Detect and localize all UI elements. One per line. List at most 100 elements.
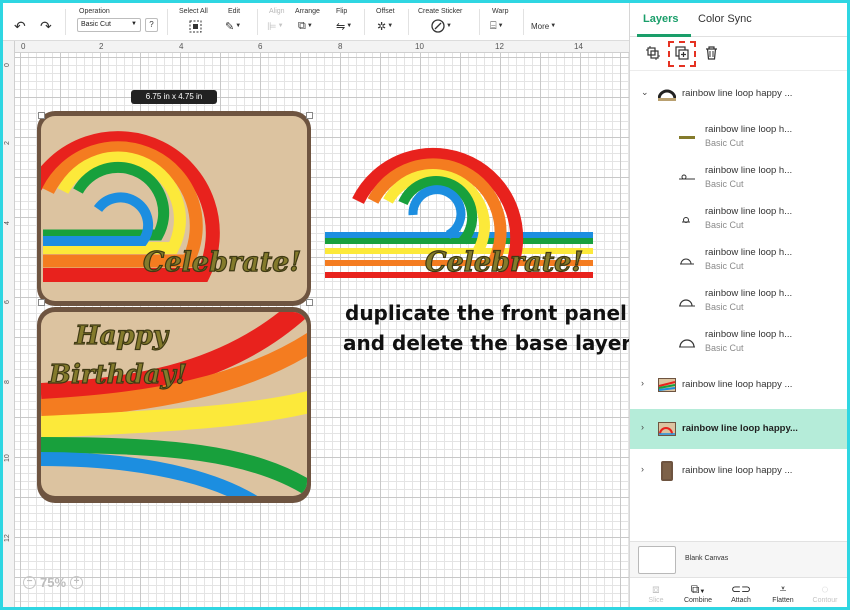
layer-name: rainbow line loop h... <box>705 165 793 176</box>
toolbar-divider <box>479 9 480 35</box>
offset-button[interactable]: ✲ ▼ <box>377 18 393 34</box>
more-button[interactable]: More ▼ <box>531 18 556 34</box>
align-button[interactable]: ⊫ ▼ <box>267 18 284 34</box>
blank-canvas-label: Blank Canvas <box>685 555 729 562</box>
toolbar-divider <box>523 9 524 35</box>
chevron-down-icon: ▼ <box>306 23 313 29</box>
combine-label: Combine <box>683 597 712 604</box>
delete-button[interactable] <box>705 46 718 63</box>
inside-birthday-text: Birthday! <box>48 360 187 390</box>
layer-name: rainbow line loop happy... <box>682 423 798 434</box>
duplicate-button[interactable] <box>675 46 689 63</box>
inside-happy-text: Happy <box>74 321 170 351</box>
group-button[interactable] <box>646 46 660 63</box>
layer-name: rainbow line loop happy ... <box>682 88 793 99</box>
warp-icon: ⌸ <box>490 19 497 32</box>
layer-name: rainbow line loop h... <box>705 247 793 258</box>
arrange-button[interactable]: ⧉ ▼ <box>298 18 313 34</box>
slice-button[interactable]: ⧈ Slice <box>636 581 676 604</box>
toolbar-divider <box>257 9 258 35</box>
attach-button[interactable]: ⊂⊃ Attach <box>721 581 761 604</box>
slice-label: Slice <box>648 597 664 604</box>
layer-group-row-selected[interactable]: › rainbow line loop happy... <box>630 409 847 449</box>
contour-label: Contour <box>812 597 838 604</box>
select-all-button[interactable] <box>189 18 202 34</box>
toolbar-divider <box>408 9 409 35</box>
align-label: Align <box>269 8 285 15</box>
blank-canvas-swatch[interactable] <box>638 546 676 574</box>
chevron-down-icon: ▼ <box>235 23 242 29</box>
create-sticker-button[interactable]: ▼ <box>431 18 452 34</box>
layer-child-row[interactable]: rainbow line loop h... Basic Cut <box>630 239 847 280</box>
edit-button[interactable]: ✎ ▼ <box>225 18 241 34</box>
warp-button[interactable]: ⌸ ▼ <box>490 18 504 34</box>
selection-handle[interactable] <box>306 112 313 119</box>
more-label: More <box>531 21 550 31</box>
selection-handle[interactable] <box>38 299 45 306</box>
layer-child-row[interactable]: rainbow line loop h... Basic Cut <box>630 280 847 321</box>
chevron-right-icon[interactable]: › <box>641 464 644 474</box>
layer-name: rainbow line loop h... <box>705 206 793 217</box>
operation-label: Operation <box>79 8 110 15</box>
layer-child-row[interactable]: rainbow line loop h... Basic Cut <box>630 157 847 198</box>
layer-name: rainbow line loop happy ... <box>682 379 793 390</box>
flip-button[interactable]: ⇋ ▼ <box>336 18 352 34</box>
selection-handle[interactable] <box>38 112 45 119</box>
warp-label: Warp <box>492 8 509 15</box>
contour-button[interactable]: ◌ Contour <box>805 581 845 604</box>
edit-label: Edit <box>228 8 241 15</box>
zoom-out-button[interactable]: − <box>23 575 36 589</box>
duplicate-icon <box>675 46 689 60</box>
trash-icon <box>706 46 717 60</box>
select-all-label: Select All <box>179 8 208 15</box>
arrange-label: Arrange <box>295 8 320 15</box>
pencil-icon: ✎ <box>225 20 235 33</box>
blank-canvas-row[interactable]: Blank Canvas <box>630 541 847 577</box>
layer-group-row[interactable]: › rainbow line loop happy ... <box>630 452 847 490</box>
chevron-right-icon[interactable]: › <box>641 422 644 432</box>
toolbar-divider <box>364 9 365 35</box>
layer-operation: Basic Cut <box>705 138 744 148</box>
undo-icon[interactable]: ↶ <box>14 18 26 34</box>
combine-button[interactable]: ⧉▼ Combine <box>678 581 718 604</box>
app-window: ↶ ↷ Operation Basic Cut ▼ ? Select All Ed… <box>3 3 847 607</box>
tab-color-sync[interactable]: Color Sync <box>698 13 752 25</box>
selection-handle[interactable] <box>306 299 313 306</box>
layer-operation: Basic Cut <box>705 343 744 353</box>
zoom-control: − 75% + <box>23 573 84 591</box>
redo-icon[interactable]: ↷ <box>40 18 52 34</box>
chevron-down-icon[interactable]: ⌄ <box>641 87 649 98</box>
operation-select[interactable]: Basic Cut ▼ <box>77 18 141 32</box>
layer-toolbar <box>630 37 847 71</box>
zoom-in-button[interactable]: + <box>70 575 84 589</box>
toolbar-divider <box>167 9 168 35</box>
flip-label: Flip <box>336 8 348 15</box>
offset-icon: ✲ <box>377 20 387 33</box>
layer-group-row[interactable]: › rainbow line loop happy ... <box>630 366 847 404</box>
flatten-icon: ⩡ <box>779 582 787 596</box>
layer-child-row[interactable]: rainbow line loop h... Basic Cut <box>630 116 847 157</box>
layers-panel: Layers Color Sync ⌄ rainbow line loop ha… <box>629 3 847 607</box>
chevron-right-icon[interactable]: › <box>641 378 644 388</box>
layer-thumbnail <box>661 461 673 481</box>
align-icon: ⊫ <box>267 20 277 33</box>
layer-operation: Basic Cut <box>705 179 744 189</box>
chevron-down-icon: ▼ <box>131 21 137 27</box>
design-canvas[interactable]: 0 2 4 6 8 10 12 14 0 2 4 6 8 10 12 6.75 … <box>3 41 631 607</box>
tab-layers[interactable]: Layers <box>643 13 678 25</box>
help-button[interactable]: ? <box>145 18 158 32</box>
chevron-down-icon: ▼ <box>346 23 353 29</box>
operation-value: Basic Cut <box>81 21 111 28</box>
layer-thumbnail <box>658 89 676 101</box>
layer-name: rainbow line loop h... <box>705 329 793 340</box>
create-sticker-label: Create Sticker <box>418 8 463 15</box>
flatten-button[interactable]: ⩡ Flatten <box>763 581 803 604</box>
layer-child-row[interactable]: rainbow line loop h... Basic Cut <box>630 198 847 239</box>
offset-label: Offset <box>376 8 395 15</box>
layer-operation: Basic Cut <box>705 220 744 230</box>
layer-name: rainbow line loop happy ... <box>682 465 793 476</box>
chevron-down-icon: ▼ <box>446 23 452 29</box>
layer-child-row[interactable]: rainbow line loop h... Basic Cut <box>630 321 847 362</box>
layer-group-row[interactable]: ⌄ rainbow line loop happy ... <box>630 75 847 113</box>
panel-bottom-toolbar: ⧈ Slice ⧉▼ Combine ⊂⊃ Attach ⩡ Flatten ◌… <box>630 577 847 607</box>
